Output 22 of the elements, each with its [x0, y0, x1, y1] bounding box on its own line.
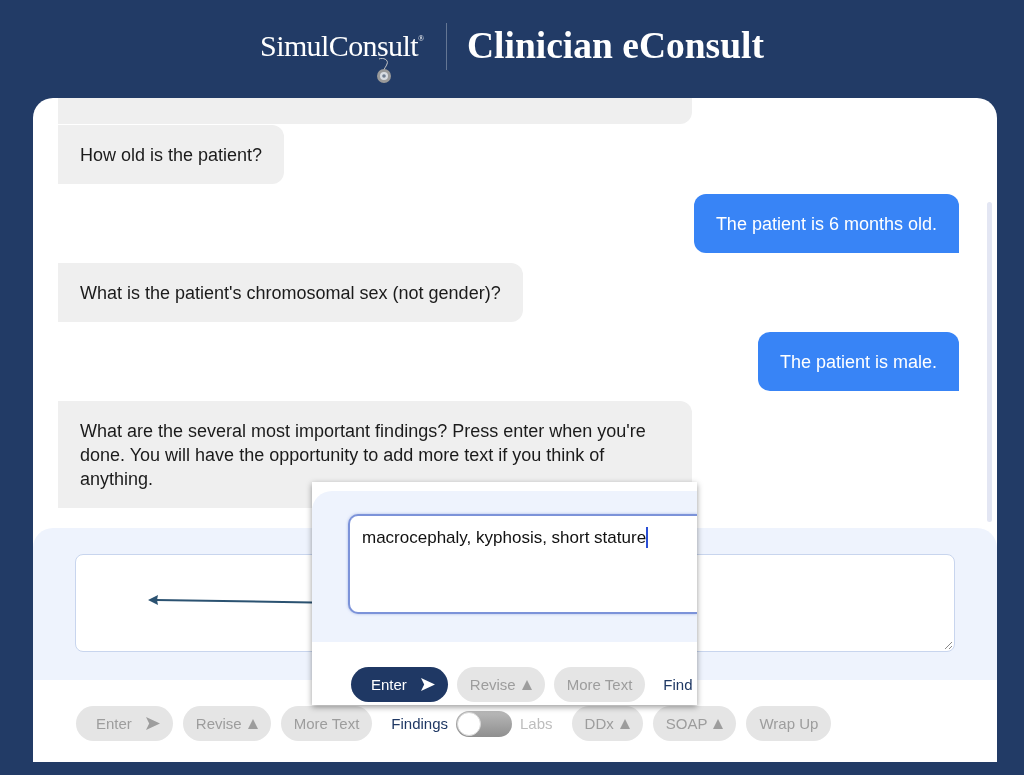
text-cursor-icon: [646, 527, 649, 548]
user-message: The patient is male.: [757, 332, 959, 391]
caret-up-icon: [619, 718, 630, 729]
send-button[interactable]: Enter: [351, 667, 448, 702]
bot-message: What is the patient's chromosomal sex (not gender)?: [58, 263, 523, 322]
send-icon: [420, 678, 435, 691]
send-icon: [145, 717, 160, 730]
stethoscope-icon: [375, 58, 394, 84]
input-field[interactable]: macrocephaly, kyphosis, short stature: [348, 514, 697, 614]
resize-grip-icon[interactable]: [944, 641, 952, 649]
app-title: Clinician eConsult: [467, 27, 764, 65]
toggle-label: Findings: [391, 716, 448, 731]
logo-wordmark: SimulConsult$^{®}$: [260, 31, 424, 61]
caret-up-icon: [713, 718, 724, 729]
toggle-knob[interactable]: [457, 711, 481, 736]
toggle-switch[interactable]: [456, 710, 512, 737]
user-message: The patient is 6 months old.: [693, 194, 959, 253]
scrollbar[interactable]: [987, 202, 992, 522]
bot-message: How old is the patient?: [58, 125, 285, 184]
caret-up-icon: [247, 718, 258, 729]
toggle-label: Labs: [520, 716, 553, 731]
toolbar-link[interactable]: Find: [663, 677, 693, 692]
